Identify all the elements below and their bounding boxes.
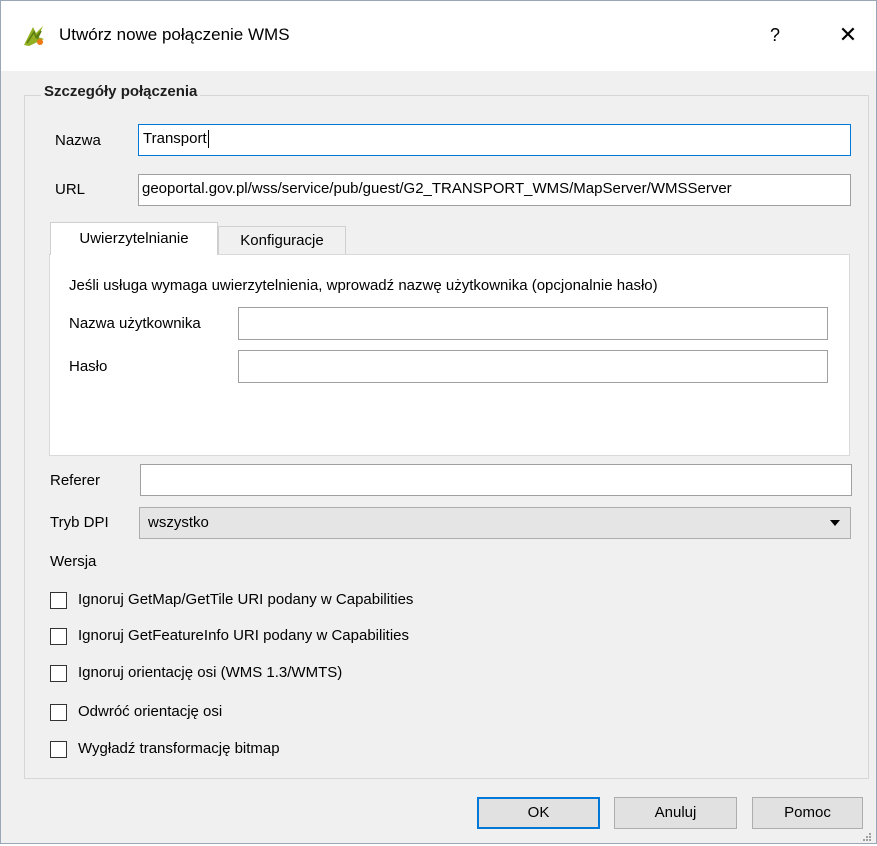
url-label: URL xyxy=(55,181,86,198)
dpi-mode-value: wszystko xyxy=(148,514,209,531)
ok-button[interactable]: OK xyxy=(477,797,600,829)
username-input[interactable] xyxy=(238,307,828,340)
checkbox-smooth-pixmap-transform-label[interactable]: Wygładź transformację bitmap xyxy=(78,740,280,757)
referer-input[interactable] xyxy=(140,464,852,496)
tab-configurations-label: Konfiguracje xyxy=(240,232,324,249)
checkbox-smooth-pixmap-transform[interactable] xyxy=(50,741,67,758)
checkbox-ignore-getfeatureinfo-uri-label[interactable]: Ignoruj GetFeatureInfo URI podany w Capa… xyxy=(78,627,409,644)
checkbox-ignore-axis-orientation-label[interactable]: Ignoruj orientację osi (WMS 1.3/WMTS) xyxy=(78,664,342,681)
url-input-value: geoportal.gov.pl/wss/service/pub/guest/G… xyxy=(142,180,732,197)
help-title-button[interactable]: ? xyxy=(753,17,797,53)
dpi-mode-label: Tryb DPI xyxy=(50,514,109,531)
cancel-button[interactable]: Anuluj xyxy=(614,797,737,829)
url-input[interactable]: geoportal.gov.pl/wss/service/pub/guest/G… xyxy=(138,174,851,206)
referer-label: Referer xyxy=(50,472,101,489)
username-label: Nazwa użytkownika xyxy=(69,315,201,332)
group-title: Szczegóły połączenia xyxy=(41,83,201,100)
dialog-title: Utwórz nowe połączenie WMS xyxy=(59,25,290,44)
checkbox-ignore-getfeatureinfo-uri[interactable] xyxy=(50,628,67,645)
tab-configurations[interactable]: Konfiguracje xyxy=(218,226,346,255)
close-button[interactable]: ✕ xyxy=(826,17,870,53)
resize-grip-icon[interactable] xyxy=(862,829,872,841)
checkbox-invert-axis-orientation-label[interactable]: Odwróć orientację osi xyxy=(78,703,222,720)
name-input[interactable]: Transport xyxy=(138,124,851,156)
title-bar: Utwórz nowe połączenie WMS ? ✕ xyxy=(1,1,876,71)
dialog-window: Utwórz nowe połączenie WMS ? ✕ Szczegóły… xyxy=(0,0,877,844)
checkbox-ignore-axis-orientation[interactable] xyxy=(50,665,67,682)
checkbox-invert-axis-orientation[interactable] xyxy=(50,704,67,721)
name-label: Nazwa xyxy=(55,132,101,149)
auth-info-text: Jeśli usługa wymaga uwierzytelnienia, wp… xyxy=(69,277,658,294)
tab-authentication[interactable]: Uwierzytelnianie xyxy=(50,222,218,255)
name-input-value: Transport xyxy=(143,130,207,147)
dpi-mode-select[interactable]: wszystko xyxy=(139,507,851,539)
dropdown-arrow-icon xyxy=(830,520,840,526)
help-button[interactable]: Pomoc xyxy=(752,797,863,829)
checkbox-ignore-getmap-uri[interactable] xyxy=(50,592,67,609)
qgis-icon xyxy=(21,23,47,49)
text-caret xyxy=(207,130,209,149)
password-input[interactable] xyxy=(238,350,828,383)
tab-authentication-label: Uwierzytelnianie xyxy=(79,230,189,247)
password-label: Hasło xyxy=(69,358,108,375)
checkbox-ignore-getmap-uri-label[interactable]: Ignoruj GetMap/GetTile URI podany w Capa… xyxy=(78,591,413,608)
version-label: Wersja xyxy=(50,553,97,570)
